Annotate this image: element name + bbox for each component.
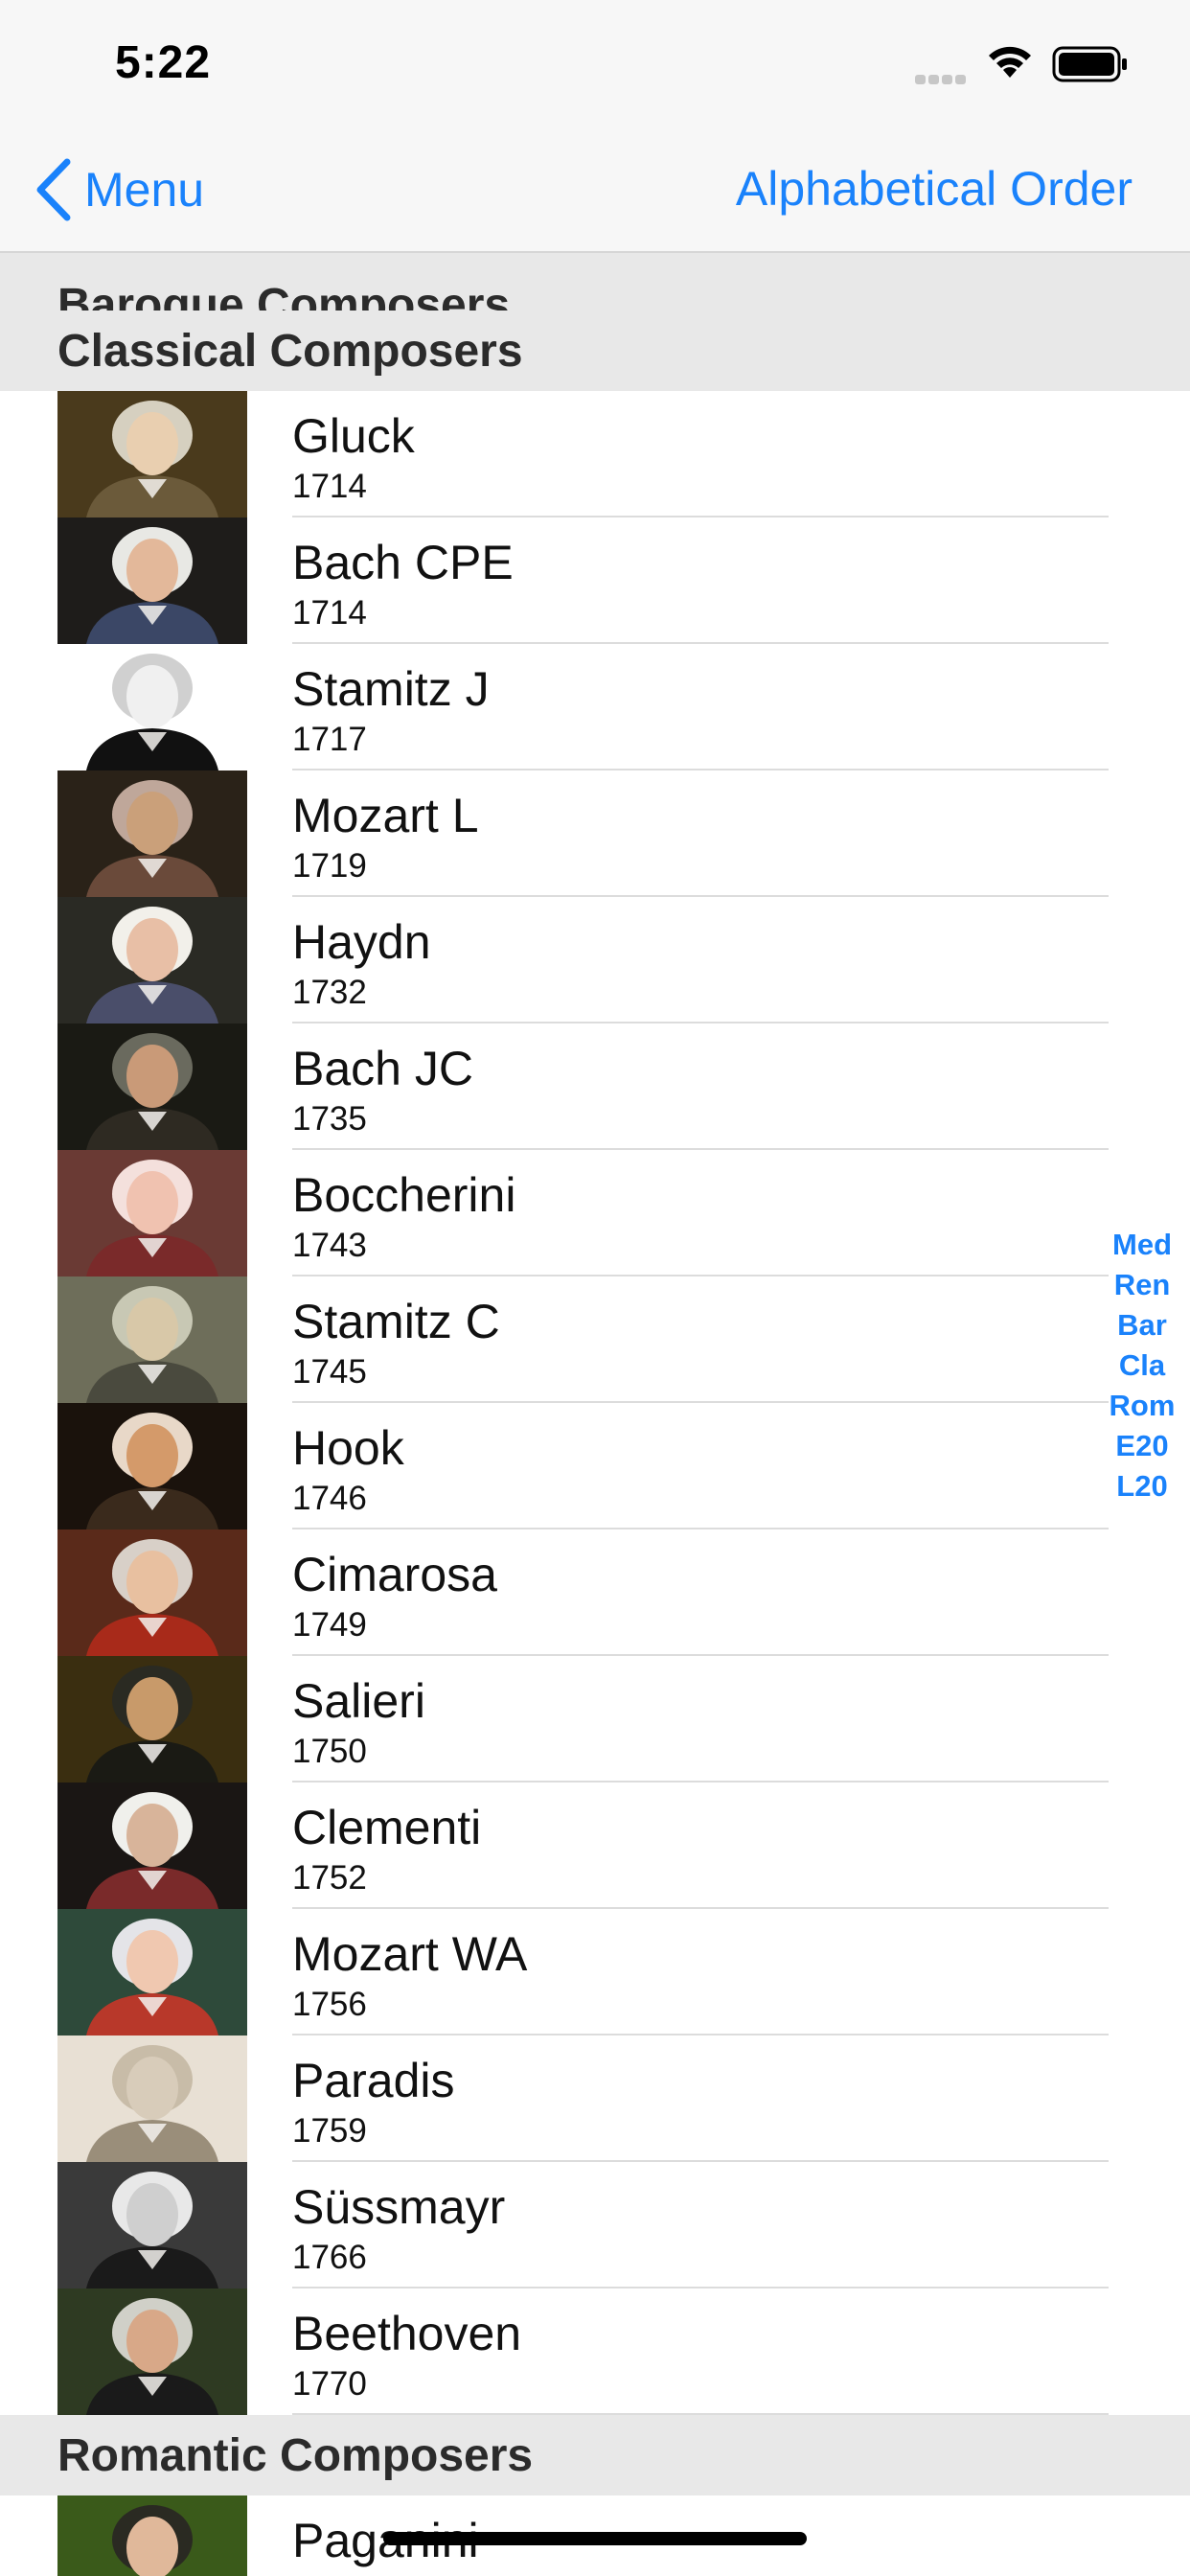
composer-name: Bach JC [292, 1042, 473, 1095]
composer-portrait [57, 770, 247, 897]
composer-name: Stamitz J [292, 662, 490, 716]
navigation-bar: 5:22 Menu Alphabetical Order [0, 0, 1190, 253]
composer-name: Süssmayr [292, 2180, 506, 2234]
list-item[interactable]: Gluck 1714 [0, 391, 1190, 518]
list-item[interactable]: Hook 1746 [0, 1403, 1190, 1530]
composer-name: Gluck [292, 409, 415, 463]
index-item-bar[interactable]: Bar [1102, 1305, 1182, 1346]
list-item[interactable]: Boccherini 1743 [0, 1150, 1190, 1276]
index-item-med[interactable]: Med [1102, 1225, 1182, 1265]
composer-year: 1750 [292, 1733, 367, 1770]
back-button-label: Menu [84, 163, 205, 217]
composer-name: Mozart L [292, 789, 479, 842]
composer-list[interactable]: Baroque Composers Classical Composers Gl… [0, 253, 1190, 2576]
composer-portrait [57, 897, 247, 1024]
section-header-romantic: Romantic Composers [0, 2415, 1190, 2496]
list-item[interactable]: Clementi 1752 [0, 1782, 1190, 1909]
composer-year: 1756 [292, 1986, 367, 2023]
composer-name: Paradis [292, 2054, 455, 2107]
composer-name: Hook [292, 1421, 404, 1475]
list-item[interactable]: Stamitz C 1745 [0, 1276, 1190, 1403]
section-header-baroque: Baroque Composers [0, 253, 1190, 310]
composer-year: 1735 [292, 1100, 367, 1138]
composer-year: 1766 [292, 2239, 367, 2276]
alphabetical-order-button[interactable]: Alphabetical Order [736, 161, 1133, 217]
composer-year: 1719 [292, 847, 367, 885]
status-time: 5:22 [115, 37, 212, 88]
index-item-e20[interactable]: E20 [1102, 1426, 1182, 1466]
composer-name: Stamitz C [292, 1295, 500, 1348]
composer-portrait [57, 1403, 247, 1530]
composer-year: 1746 [292, 1480, 367, 1517]
composer-portrait [57, 1909, 247, 2036]
row-separator [292, 2413, 1109, 2415]
wifi-icon [985, 43, 1035, 86]
composer-year: 1714 [292, 468, 367, 505]
composer-year: 1759 [292, 2112, 367, 2150]
list-item[interactable]: Mozart WA 1756 [0, 1909, 1190, 2036]
back-button[interactable]: Menu [34, 158, 204, 221]
signal-icon [915, 72, 973, 84]
composer-portrait [57, 518, 247, 644]
composer-portrait [57, 644, 247, 770]
list-item[interactable]: Bach JC 1735 [0, 1024, 1190, 1150]
composer-year: 1743 [292, 1227, 367, 1264]
section-header-classical: Classical Composers [0, 310, 1190, 391]
list-item[interactable]: Haydn 1732 [0, 897, 1190, 1024]
composer-name: Mozart WA [292, 1927, 528, 1981]
list-item[interactable]: Cimarosa 1749 [0, 1530, 1190, 1656]
composer-portrait [57, 1150, 247, 1276]
composer-year: 1745 [292, 1353, 367, 1391]
composer-name: Beethoven [292, 2307, 522, 2360]
list-item[interactable]: Beethoven 1770 [0, 2288, 1190, 2415]
section-index[interactable]: Med Ren Bar Cla Rom E20 L20 [1102, 1225, 1182, 1506]
composer-name: Salieri [292, 1674, 425, 1728]
list-item[interactable]: Salieri 1750 [0, 1656, 1190, 1782]
list-item[interactable]: Stamitz J 1717 [0, 644, 1190, 770]
index-item-rom[interactable]: Rom [1102, 1386, 1182, 1426]
composer-year: 1770 [292, 2365, 367, 2403]
list-item[interactable]: Paradis 1759 [0, 2036, 1190, 2162]
list-item[interactable]: Bach CPE 1714 [0, 518, 1190, 644]
battery-icon [1052, 46, 1129, 87]
composer-portrait [57, 2496, 247, 2576]
composer-portrait [57, 1276, 247, 1403]
composer-portrait [57, 2036, 247, 2162]
composer-portrait [57, 2162, 247, 2288]
composer-name: Clementi [292, 1801, 482, 1854]
composer-name: Cimarosa [292, 1548, 497, 1601]
composer-year: 1782 [292, 2572, 367, 2576]
composer-year: 1749 [292, 1606, 367, 1644]
index-item-ren[interactable]: Ren [1102, 1265, 1182, 1305]
chevron-left-icon [36, 158, 71, 221]
composer-name: Boccherini [292, 1168, 516, 1222]
composer-portrait [57, 1530, 247, 1656]
list-item[interactable]: Mozart L 1719 [0, 770, 1190, 897]
composer-year: 1717 [292, 721, 367, 758]
composer-name: Bach CPE [292, 536, 514, 589]
composer-portrait [57, 1782, 247, 1909]
composer-portrait [57, 391, 247, 518]
list-item[interactable]: Süssmayr 1766 [0, 2162, 1190, 2288]
composer-year: 1714 [292, 594, 367, 632]
index-item-l20[interactable]: L20 [1102, 1466, 1182, 1506]
index-item-cla[interactable]: Cla [1102, 1346, 1182, 1386]
composer-portrait [57, 1656, 247, 1782]
composer-year: 1732 [292, 974, 367, 1011]
composer-name: Haydn [292, 915, 431, 969]
composer-portrait [57, 2288, 247, 2415]
home-indicator[interactable] [383, 2532, 807, 2545]
composer-year: 1752 [292, 1859, 367, 1897]
composer-portrait [57, 1024, 247, 1150]
